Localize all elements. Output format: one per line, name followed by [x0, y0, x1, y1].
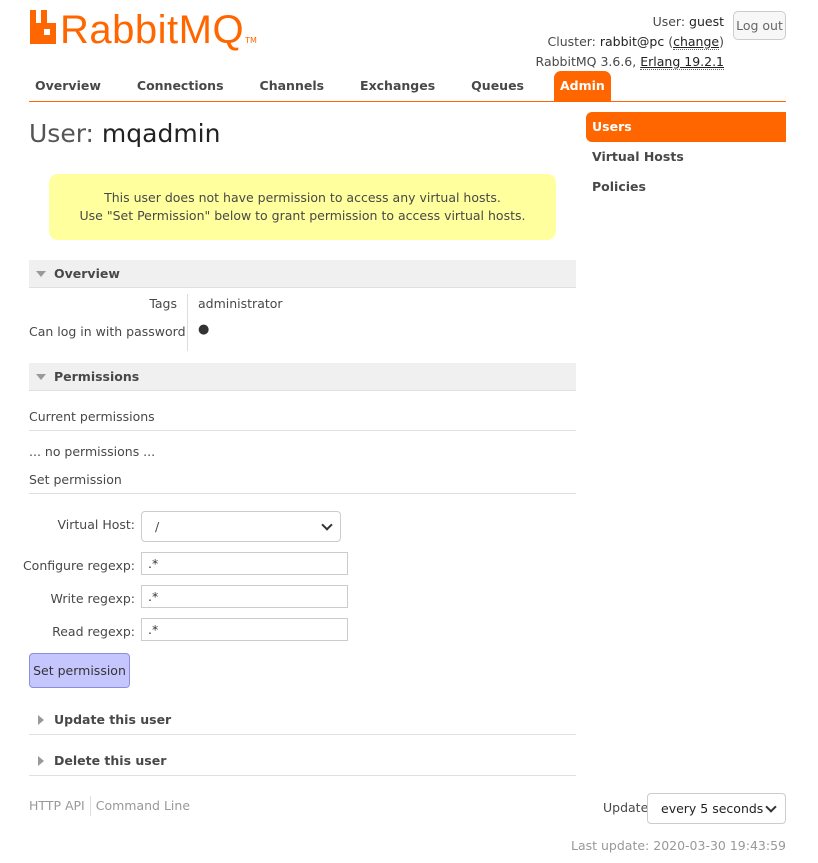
http-api-link[interactable]: HTTP API: [29, 798, 85, 813]
chevron-down-icon: [765, 801, 777, 813]
permissions-heading: Permissions: [54, 369, 140, 384]
chevron-down-icon: [321, 519, 333, 531]
overview-heading: Overview: [54, 266, 120, 281]
virtual-host-label: Virtual Host:: [57, 517, 136, 532]
expand-arrow-icon: [38, 715, 44, 725]
tab-admin[interactable]: Admin: [554, 71, 611, 101]
cluster-name: rabbit@pc: [599, 34, 665, 49]
tab-exchanges[interactable]: Exchanges: [354, 71, 441, 101]
sidebar-item-virtual-hosts[interactable]: Virtual Hosts: [586, 142, 786, 172]
rabbitmq-logo-icon: [30, 10, 56, 44]
erlang-version-link[interactable]: Erlang 19.2.1: [640, 54, 724, 70]
footer-divider: [89, 796, 91, 816]
facts-divider: [187, 294, 188, 351]
current-permissions-heading: Current permissions: [29, 409, 576, 431]
sidebar-item-users[interactable]: Users: [586, 112, 786, 142]
set-permission-heading: Set permission: [29, 472, 576, 494]
can-login-value: ●: [198, 322, 210, 337]
title-prefix: User:: [29, 119, 94, 148]
logo-trademark: TM: [245, 36, 257, 45]
virtual-host-select[interactable]: /: [141, 511, 341, 542]
no-permissions-text: ... no permissions ...: [29, 444, 156, 459]
configure-regexp-label: Configure regexp:: [22, 558, 135, 573]
update-user-section-header[interactable]: Update this user: [29, 705, 576, 735]
permissions-section-header[interactable]: Permissions: [29, 363, 576, 391]
set-permission-button[interactable]: Set permission: [29, 653, 130, 688]
user-name-title: mqadmin: [101, 119, 221, 148]
warning-box: This user does not have permission to ac…: [49, 174, 556, 240]
command-line-link[interactable]: Command Line: [96, 798, 190, 813]
collapse-arrow-icon: [36, 271, 46, 277]
can-login-label: Can log in with password: [29, 324, 186, 339]
warning-line-1: This user does not have permission to ac…: [104, 190, 501, 205]
virtual-host-value: /: [155, 519, 160, 534]
user-label: User:: [652, 14, 686, 29]
write-regexp-label: Write regexp:: [50, 591, 135, 606]
delete-user-section-header[interactable]: Delete this user: [29, 746, 576, 776]
tab-connections[interactable]: Connections: [131, 71, 230, 101]
update-interval-value: every 5 seconds: [661, 801, 764, 816]
login-details: User: guest Cluster: rabbit@pc (change) …: [535, 14, 724, 70]
collapse-arrow-icon: [36, 374, 46, 380]
read-regexp-input[interactable]: .*: [141, 618, 348, 641]
read-regexp-label: Read regexp:: [52, 624, 135, 639]
version-text: RabbitMQ 3.6.6,: [535, 54, 637, 69]
footer-links: HTTP API Command Line: [29, 796, 190, 816]
logout-button[interactable]: Log out: [733, 11, 786, 40]
cluster-label: Cluster:: [547, 34, 596, 49]
rabbitmq-logo: RabbitMQ TM: [28, 10, 257, 50]
tab-queues[interactable]: Queues: [465, 71, 530, 101]
write-regexp-input[interactable]: .*: [141, 585, 348, 608]
tags-value: administrator: [198, 296, 283, 311]
update-user-heading: Update this user: [54, 712, 172, 727]
warning-line-2: Use "Set Permission" below to grant perm…: [79, 208, 526, 223]
configure-regexp-input[interactable]: .*: [141, 552, 348, 575]
overview-section-header[interactable]: Overview: [29, 260, 576, 288]
sidebar-item-policies[interactable]: Policies: [586, 172, 786, 202]
main-nav-tabs: Overview Connections Channels Exchanges …: [29, 71, 786, 102]
logo-text: RabbitMQ: [60, 8, 245, 52]
update-label: Update: [603, 800, 649, 815]
tags-label: Tags: [149, 296, 177, 311]
delete-user-heading: Delete this user: [54, 753, 167, 768]
admin-sidebar: Users Virtual Hosts Policies: [586, 112, 786, 202]
change-cluster-link[interactable]: change: [673, 34, 720, 50]
last-update-text: Last update: 2020-03-30 19:43:59: [571, 838, 786, 853]
tab-channels[interactable]: Channels: [254, 71, 331, 101]
update-interval-select[interactable]: every 5 seconds: [647, 793, 786, 824]
current-user: guest: [689, 14, 724, 29]
tab-overview[interactable]: Overview: [29, 71, 107, 101]
page-title: User: mqadmin: [29, 119, 220, 148]
expand-arrow-icon: [38, 756, 44, 766]
